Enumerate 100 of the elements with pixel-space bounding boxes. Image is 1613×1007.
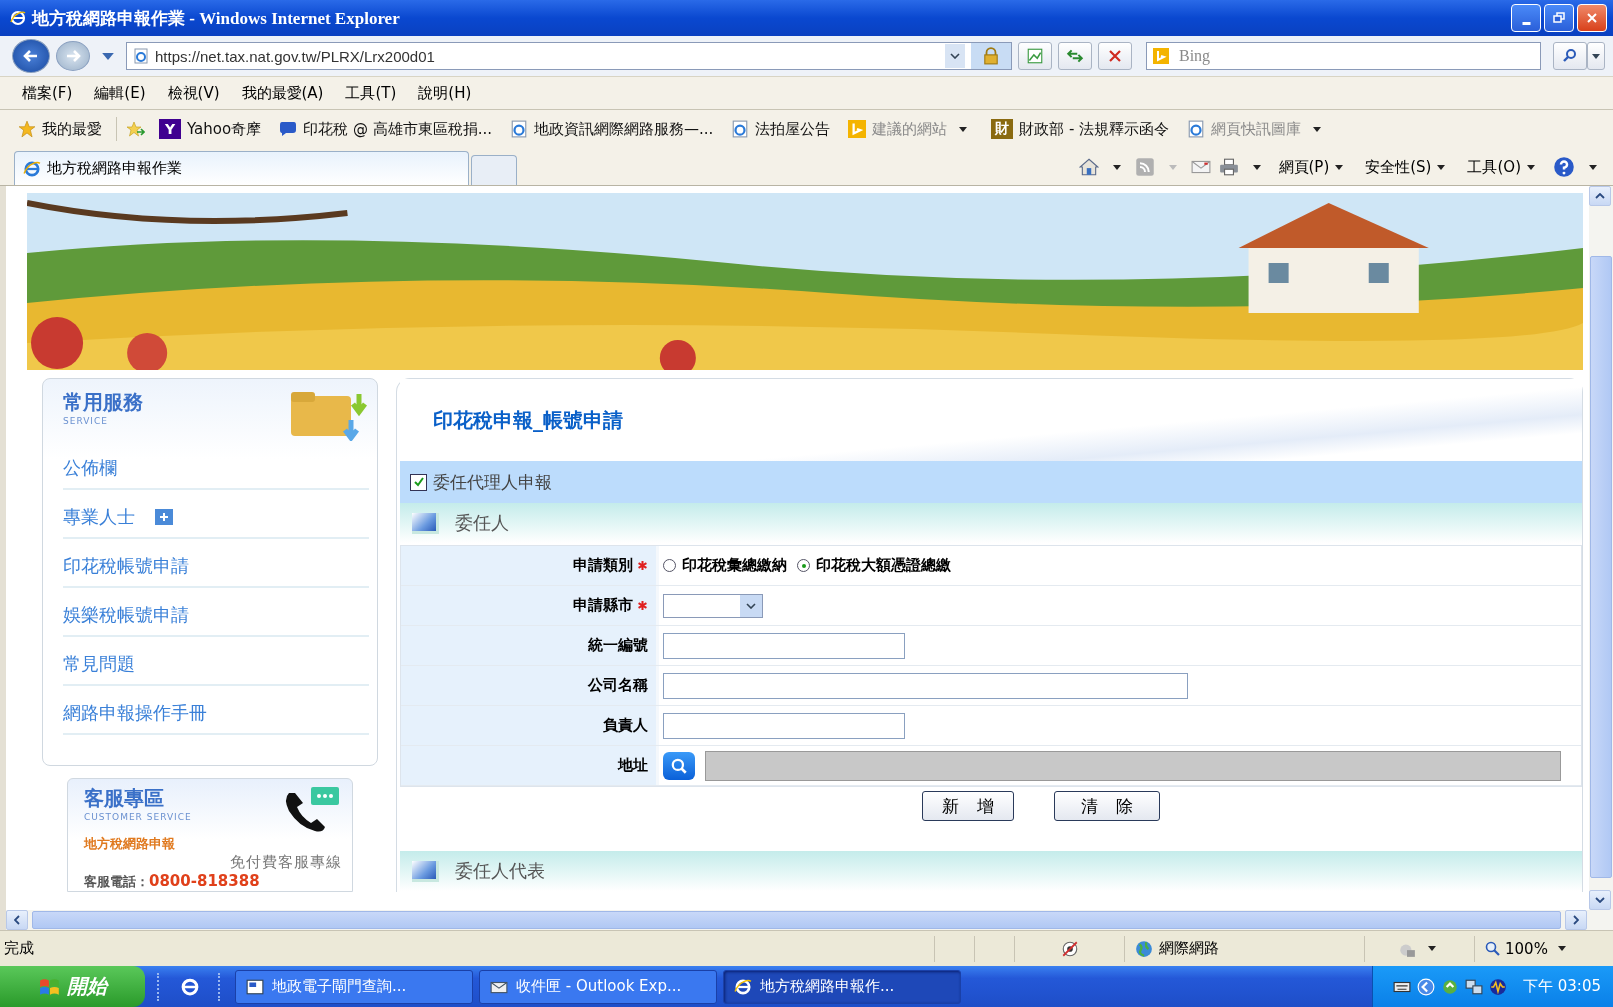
search-button[interactable] (663, 751, 695, 780)
sidebar-link[interactable]: 娛樂稅帳號申請 (63, 602, 189, 627)
help-icon[interactable] (1553, 156, 1575, 178)
command-menu-button[interactable]: 工具(O) (1463, 155, 1545, 179)
radio-option[interactable]: 印花稅彙總繳納 (663, 556, 787, 575)
city-select[interactable] (663, 593, 763, 618)
caret-icon (1437, 164, 1446, 170)
address-dropdown-button[interactable] (945, 44, 965, 68)
page-title: 印花稅申報_帳號申請 (400, 379, 1582, 461)
menu-item[interactable]: 我的最愛(A) (233, 81, 332, 105)
text-field[interactable] (663, 672, 1188, 699)
search-options-button[interactable] (1587, 42, 1605, 70)
form-button[interactable]: 新 增 (922, 791, 1014, 821)
sidebar-link[interactable]: 常見問題 (63, 651, 135, 676)
search-field[interactable]: Bing (1146, 42, 1541, 70)
site-logo: 財 (991, 119, 1014, 139)
text-field[interactable] (663, 712, 905, 739)
checkbox[interactable] (410, 473, 427, 491)
bing-logo-icon (1153, 48, 1169, 64)
printer-icon[interactable] (1218, 157, 1239, 177)
caret-icon[interactable] (1252, 164, 1261, 170)
text-field[interactable] (663, 632, 905, 659)
bing-logo-icon (848, 120, 867, 138)
command-menu-button[interactable]: 安全性(S) (1361, 155, 1456, 179)
required-asterisk-icon (637, 600, 648, 611)
home-icon[interactable] (1078, 157, 1099, 177)
square-icon (412, 860, 439, 882)
menu-item[interactable]: 工具(T) (337, 81, 405, 105)
checkbox-label: 委任代理人申報 (433, 470, 552, 494)
chevron-down-icon[interactable] (1595, 897, 1605, 903)
caret-icon (1592, 53, 1600, 59)
back-button[interactable] (12, 39, 50, 73)
section-title: 委任人 (455, 511, 509, 535)
sidebar-link[interactable]: 網路申報操作手冊 (63, 700, 207, 725)
stop-button[interactable] (1098, 42, 1132, 70)
ie-logo-icon (734, 977, 752, 996)
expand-button[interactable] (155, 508, 173, 525)
address-field[interactable]: https://net.tax.nat.gov.tw/PLRX/Lrx200d01 (126, 42, 1012, 70)
phone-number: 0800-818388 (149, 872, 260, 890)
menu-item[interactable]: 檔案(F) (14, 81, 81, 105)
favorite-link[interactable]: 財 財政部 - 法規釋示函令 (987, 117, 1174, 141)
compatibility-view-button[interactable] (1018, 42, 1052, 70)
globe-icon (1135, 939, 1153, 958)
favorite-link[interactable]: 法拍屋公告 (727, 117, 835, 141)
refresh-button[interactable] (1058, 42, 1092, 70)
close-button[interactable] (1577, 4, 1607, 32)
zoom-button[interactable]: 100% (1474, 935, 1582, 962)
sidebar-link[interactable]: 公佈欄 (63, 455, 117, 480)
chevron-right-icon[interactable] (1573, 915, 1579, 925)
menu-item[interactable]: 編輯(E) (86, 81, 154, 105)
caret-icon (1168, 164, 1177, 170)
taskbar-button[interactable]: 收件匣 - Outlook Exp... (479, 969, 717, 1004)
field-label-cell: 負責人 (401, 706, 659, 745)
ie-logo-icon (10, 10, 26, 26)
site-logo: Y (159, 119, 181, 139)
menu-item[interactable]: 檢視(V) (159, 81, 228, 105)
add-favorite-icon[interactable] (127, 120, 145, 138)
page-icon (1187, 120, 1206, 138)
caret-icon (1557, 946, 1566, 951)
browser-tab[interactable]: 地方稅網路申報作業 (14, 151, 469, 185)
minimize-icon (1521, 21, 1531, 25)
vertical-scrollbar[interactable] (1589, 186, 1613, 910)
command-menu-button[interactable]: 網頁(P) (1274, 155, 1354, 179)
magnifier-icon (1485, 940, 1501, 957)
service-title: 客服專區 (84, 785, 165, 812)
audio-wave-icon[interactable] (1489, 977, 1507, 996)
chevron-up-icon[interactable] (1595, 193, 1605, 199)
field-label-cell: 公司名稱 (401, 666, 659, 705)
caret-icon[interactable] (1112, 164, 1121, 170)
favorites-button[interactable]: 我的最愛 (14, 117, 106, 141)
restore-button[interactable] (1544, 4, 1574, 32)
sidebar-link[interactable]: 印花稅帳號申請 (63, 553, 189, 578)
menu-item[interactable]: 說明(H) (410, 81, 480, 105)
required-asterisk-icon (637, 560, 648, 571)
form-button[interactable]: 清 除 (1054, 791, 1160, 821)
network-icon[interactable] (1465, 977, 1483, 996)
horizontal-scrollbar[interactable] (6, 910, 1613, 930)
taskbar-button[interactable]: 地政電子閘門查詢... (235, 969, 473, 1004)
favorite-link[interactable]: 地政資訊網際網路服務—... (506, 117, 718, 141)
chevron-left-icon[interactable] (14, 915, 20, 925)
windows-logo-icon (38, 976, 61, 997)
search-icon (1562, 48, 1578, 64)
search-icon (670, 756, 688, 775)
privacy-icon[interactable] (1060, 939, 1079, 958)
caret-icon[interactable] (1589, 164, 1597, 170)
taskbar-button[interactable]: 地方稅網路申報作... (723, 969, 961, 1004)
sidebar-subtitle: SERVICE (63, 416, 109, 426)
favorite-link[interactable]: Y Yahoo奇摩 (155, 117, 266, 141)
field-label-cell: 申請縣市 (401, 586, 659, 625)
minimize-button[interactable] (1511, 4, 1541, 32)
sidebar-link[interactable]: 專業人士 (63, 504, 135, 529)
radio-option[interactable]: 印花稅大額憑證總繳 (797, 556, 951, 575)
browser-quick-launch-icon[interactable] (180, 976, 200, 997)
tray-app-icon[interactable] (1441, 977, 1459, 996)
service-slogan: 地方稅網路申報 (84, 835, 176, 853)
caret-icon (959, 126, 968, 132)
favorite-link[interactable]: 印花稅 @ 高雄市東區稅捐... (275, 117, 496, 141)
field-label-cell: 申請類別 (401, 546, 659, 585)
search-button[interactable] (1553, 42, 1587, 70)
caret-icon[interactable] (1427, 946, 1436, 951)
